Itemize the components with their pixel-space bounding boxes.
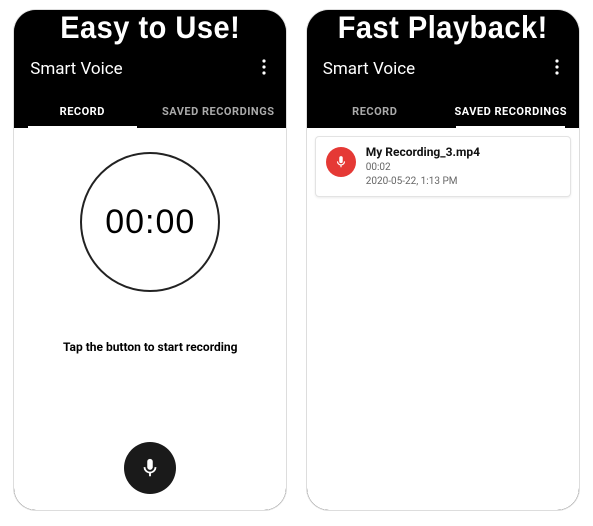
more-vert-icon xyxy=(555,59,559,75)
recording-duration: 00:02 xyxy=(366,161,560,175)
tab-record[interactable]: RECORD xyxy=(307,93,443,128)
recording-timestamp: 2020-05-22, 1:13 PM xyxy=(366,175,560,189)
tab-bar: RECORD SAVED RECORDINGS xyxy=(307,93,579,128)
recording-list-item[interactable]: My Recording_3.mp4 00:02 2020-05-22, 1:1… xyxy=(315,136,571,197)
promo-headline-right: Fast Playback! xyxy=(307,10,579,47)
tab-saved-recordings[interactable]: SAVED RECORDINGS xyxy=(443,93,579,128)
promo-headline-left: Easy to Use! xyxy=(14,10,286,47)
phone-frame-saved: Fast Playback! Smart Voice RECORD SAVED … xyxy=(307,10,579,510)
app-title: Smart Voice xyxy=(30,59,122,79)
app-bar: Smart Voice xyxy=(14,45,286,93)
record-button[interactable] xyxy=(124,442,176,494)
tab-saved-recordings[interactable]: SAVED RECORDINGS xyxy=(150,93,286,128)
more-menu-button[interactable] xyxy=(551,55,563,83)
more-menu-button[interactable] xyxy=(258,55,270,83)
record-timer: 00:00 xyxy=(105,203,195,242)
record-panel: 00:00 Tap the button to start recording xyxy=(14,128,286,510)
recording-item-icon-wrap xyxy=(326,147,356,177)
microphone-icon xyxy=(334,155,348,169)
recording-title: My Recording_3.mp4 xyxy=(366,145,560,159)
tab-bar: RECORD SAVED RECORDINGS xyxy=(14,93,286,128)
app-title: Smart Voice xyxy=(323,59,415,79)
app-bar: Smart Voice xyxy=(307,45,579,93)
microphone-icon xyxy=(139,457,161,479)
record-timer-circle: 00:00 xyxy=(80,152,220,292)
saved-recordings-panel: My Recording_3.mp4 00:02 2020-05-22, 1:1… xyxy=(307,128,579,510)
tab-record[interactable]: RECORD xyxy=(14,93,150,128)
more-vert-icon xyxy=(262,59,266,75)
record-hint: Tap the button to start recording xyxy=(63,340,238,354)
recording-item-body: My Recording_3.mp4 00:02 2020-05-22, 1:1… xyxy=(366,145,560,188)
phone-frame-record: Easy to Use! Smart Voice RECORD SAVED RE… xyxy=(14,10,286,510)
